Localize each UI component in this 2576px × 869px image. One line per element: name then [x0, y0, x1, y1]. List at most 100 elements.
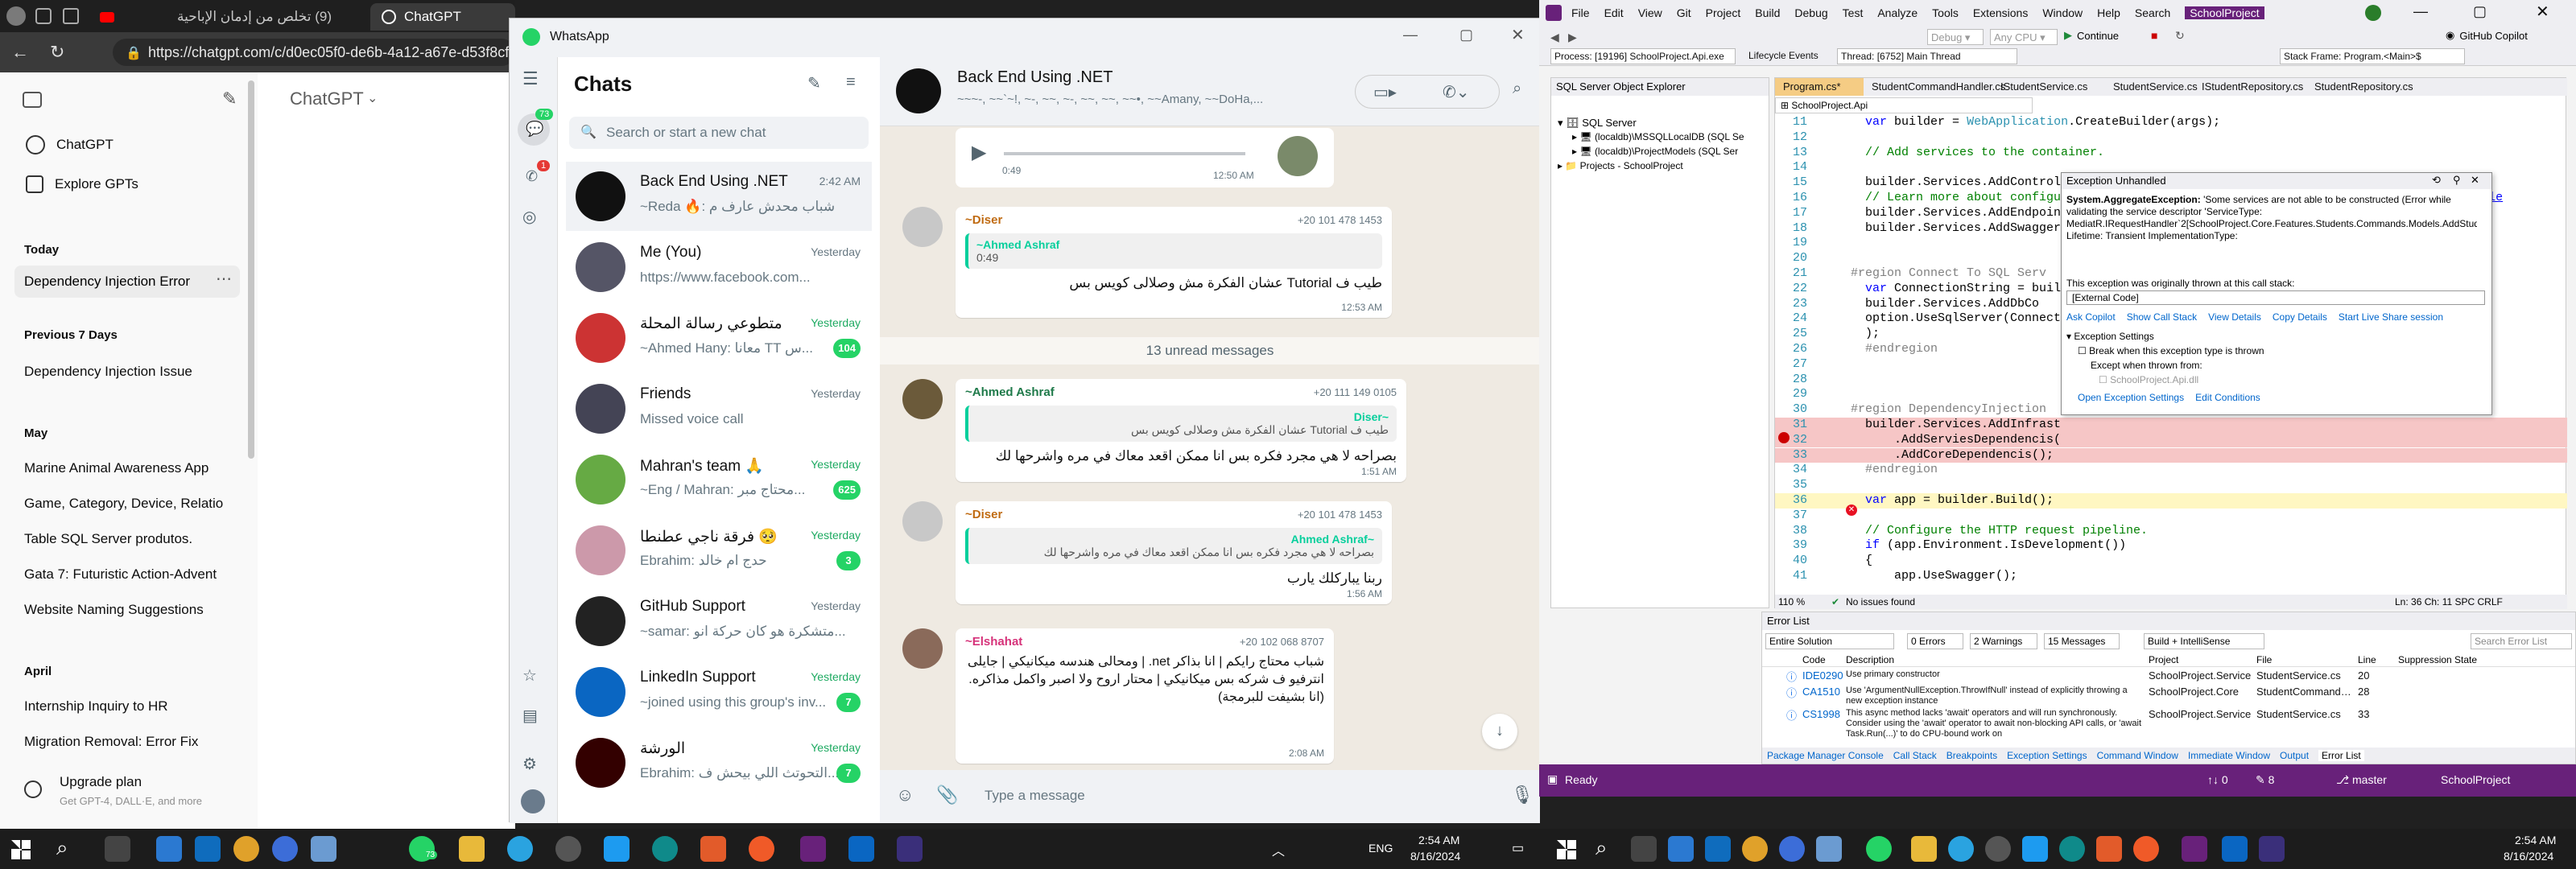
- app-icon[interactable]: [1985, 836, 2011, 862]
- close-icon[interactable]: ✕: [1511, 25, 1525, 45]
- changes-status[interactable]: ✎ 8: [2256, 773, 2274, 787]
- new-chat-icon[interactable]: ✎: [807, 73, 821, 93]
- minimize-icon[interactable]: —: [2413, 3, 2428, 20]
- menu-icon[interactable]: ☰: [522, 68, 539, 89]
- message-bubble[interactable]: ~Ahmed Ashraf +20 111 149 0105 ~Diser طيب…: [956, 379, 1406, 482]
- menu-item[interactable]: Git: [1677, 6, 1691, 19]
- model-selector[interactable]: ChatGPT: [290, 89, 364, 109]
- app-icon[interactable]: [2096, 836, 2122, 862]
- bottom-tab[interactable]: Breakpoints: [1946, 750, 1997, 761]
- history-item[interactable]: Gata 7: Futuristic Action-Advent: [24, 566, 233, 583]
- refresh-icon[interactable]: ↻: [50, 42, 64, 63]
- linkedin-icon[interactable]: [848, 836, 874, 862]
- app-icon[interactable]: [1816, 836, 1842, 862]
- back-icon[interactable]: ◀: [1550, 31, 1559, 44]
- search-icon[interactable]: ⌕: [1513, 80, 1521, 98]
- menu-item[interactable]: Project: [1706, 6, 1741, 19]
- chevron-up-icon[interactable]: ︿: [1272, 840, 1285, 859]
- visual-studio-taskbar-icon[interactable]: [800, 836, 826, 862]
- lifecycle-events[interactable]: Lifecycle Events: [1748, 50, 1818, 61]
- history-item[interactable]: Internship Inquiry to HR: [24, 698, 233, 715]
- chat-list-item[interactable]: Friends Yesterday Missed voice call: [566, 374, 872, 443]
- chrome-icon[interactable]: [233, 836, 259, 862]
- code-line[interactable]: 39 if (app.Environment.IsDevelopment()): [1775, 538, 2567, 554]
- search-icon[interactable]: ⌕: [56, 835, 68, 861]
- workspaces-icon[interactable]: [35, 8, 52, 24]
- voice-waveform[interactable]: [1004, 152, 1245, 155]
- tree-item[interactable]: ▸ 📁 Projects - SchoolProject: [1558, 160, 1683, 171]
- break-checkbox[interactable]: ☐ Break when this exception type is thro…: [2078, 345, 2264, 356]
- new-chat-icon[interactable]: ✎: [222, 89, 237, 109]
- microphone-icon[interactable]: 🎙: [1511, 785, 1534, 805]
- code-line[interactable]: 41 app.UseSwagger();: [1775, 569, 2567, 584]
- history-item[interactable]: Game, Category, Device, Relatio: [24, 496, 233, 512]
- profile-icon[interactable]: [6, 6, 26, 26]
- close-icon[interactable]: ✕: [2471, 174, 2479, 187]
- calls-tab[interactable]: ✆ 1: [518, 160, 551, 194]
- store-icon[interactable]: [156, 836, 182, 862]
- copy-details-link[interactable]: Copy Details: [2273, 311, 2327, 323]
- edge-icon[interactable]: [2059, 836, 2085, 862]
- status-icon[interactable]: ◎: [522, 207, 536, 227]
- error-row[interactable]: ⓘ CA1510 Use 'ArgumentNullException.ThrowI…: [1762, 685, 2567, 706]
- build-filter[interactable]: Build + IntelliSense: [2144, 633, 2264, 649]
- folder-icon[interactable]: [459, 836, 485, 862]
- error-search-input[interactable]: Search Error List: [2471, 633, 2572, 649]
- forward-icon[interactable]: ▶: [1568, 31, 1577, 44]
- column-header[interactable]: Code: [1802, 654, 1826, 665]
- url-input[interactable]: https://chatgpt.com/c/d0ec05f0-de6b-4a12…: [113, 39, 515, 66]
- language-indicator[interactable]: ENG: [1368, 842, 1393, 855]
- history-item[interactable]: Marine Animal Awareness App: [24, 460, 233, 476]
- clock-date[interactable]: 8/16/2024: [1410, 850, 1460, 863]
- nav-chatgpt[interactable]: ChatGPT: [26, 135, 114, 154]
- twitter-icon[interactable]: [2022, 836, 2048, 862]
- clock-date[interactable]: 8/16/2024: [2504, 850, 2553, 863]
- chat-list-item[interactable]: الورشة Yesterday Ebrahim: التحوتث اللي بيح…: [566, 728, 872, 797]
- outlook-icon[interactable]: [195, 836, 221, 862]
- editor-tab[interactable]: StudentCommandHandler.cs: [1864, 78, 2005, 96]
- code-line[interactable]: 37: [1775, 509, 2567, 524]
- error-code[interactable]: CS1998: [1802, 708, 1840, 720]
- message-bubble[interactable]: ~Elshahat +20 102 068 8707 شباب محتاج را…: [956, 628, 1334, 764]
- linkedin-icon[interactable]: [2222, 836, 2248, 862]
- back-icon[interactable]: ←: [11, 42, 29, 63]
- store-icon[interactable]: [1668, 836, 1694, 862]
- scroll-down-icon[interactable]: ↓: [1482, 714, 1517, 749]
- issues-status[interactable]: No issues found: [1846, 596, 1915, 607]
- chrome-icon[interactable]: [1742, 836, 1768, 862]
- continue-button[interactable]: ▶ Continue: [2064, 29, 2119, 42]
- repo-name[interactable]: SchoolProject: [2441, 773, 2510, 786]
- tree-item[interactable]: ▸ 🖥 (localdb)\ProjectModels (SQL Ser: [1572, 146, 1765, 157]
- history-item[interactable]: Migration Removal: Error Fix: [24, 734, 233, 750]
- app-icon[interactable]: [2133, 836, 2159, 862]
- code-line[interactable]: 33 .AddCoreDependencis();: [1775, 447, 2567, 463]
- history-item-active[interactable]: Dependency Injection Error ⋯: [14, 266, 240, 298]
- archive-icon[interactable]: ▤: [522, 706, 538, 726]
- exception-settings-header[interactable]: ▾ Exception Settings: [2066, 331, 2154, 342]
- external-code[interactable]: [External Code]: [2066, 290, 2485, 305]
- more-icon[interactable]: ⋯: [216, 269, 232, 289]
- toggle-sidebar-icon[interactable]: [23, 92, 42, 108]
- editor-tab[interactable]: IStudentRepository.cs: [2194, 78, 2306, 96]
- chats-tab[interactable]: 💬 73: [518, 109, 554, 146]
- except-checkbox[interactable]: ☐ SchoolProject.Api.dll: [2099, 374, 2198, 385]
- bottom-tab[interactable]: Package Manager Console: [1767, 750, 1884, 761]
- process-select[interactable]: Process: [19196] SchoolProject.Api.exe: [1550, 48, 1736, 64]
- open-settings-link[interactable]: Open Exception Settings: [2078, 392, 2184, 403]
- bottom-tab[interactable]: Immediate Window: [2188, 750, 2270, 761]
- code-line[interactable]: 34 #endregion: [1775, 463, 2567, 478]
- chat-list-item[interactable]: LinkedIn Support Yesterday ~joined using t…: [566, 657, 872, 727]
- history-item[interactable]: Table SQL Server produtos.: [24, 531, 233, 547]
- account-avatar[interactable]: [2365, 5, 2381, 21]
- error-row[interactable]: ⓘ CS1998 This async method lacks 'await' o…: [1762, 707, 2567, 739]
- notification-icon[interactable]: ▭: [1512, 840, 1524, 856]
- history-item[interactable]: Website Naming Suggestions: [24, 602, 233, 618]
- menu-item[interactable]: Debug: [1794, 6, 1827, 19]
- live-share-link[interactable]: Start Live Share session: [2339, 311, 2443, 323]
- starred-icon[interactable]: ☆: [522, 665, 537, 686]
- bottom-tab[interactable]: Output: [2280, 750, 2309, 761]
- history-icon[interactable]: ⟲: [2432, 174, 2441, 187]
- menu-item[interactable]: Help: [2097, 6, 2120, 19]
- close-icon[interactable]: ✕: [2536, 2, 2549, 22]
- scope-select[interactable]: Entire Solution: [1765, 633, 1894, 649]
